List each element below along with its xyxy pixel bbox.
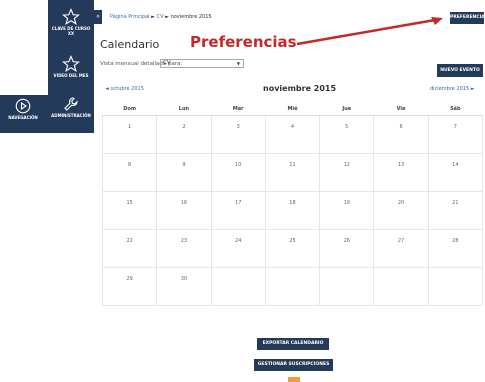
nav-item-video[interactable]: VIDEO DEL MES bbox=[48, 55, 94, 78]
day-cell[interactable] bbox=[373, 267, 429, 306]
day-cell[interactable]: 27 bbox=[373, 229, 429, 268]
day-cell[interactable]: 26 bbox=[319, 229, 375, 268]
day-cell[interactable]: 12 bbox=[319, 153, 375, 192]
day-cell[interactable]: 20 bbox=[373, 191, 429, 230]
week-row: 8 9 10 11 12 13 14 bbox=[101, 153, 484, 192]
new-event-button[interactable]: NUEVO EVENTO bbox=[437, 64, 483, 77]
day-cell[interactable]: 16 bbox=[156, 191, 212, 230]
breadcrumb-separator: ► bbox=[151, 14, 155, 20]
course-select[interactable]: CV ▼ bbox=[160, 59, 244, 68]
export-calendar-button[interactable]: EXPORTAR CALENDARIO bbox=[257, 338, 329, 350]
day-cell[interactable]: 7 bbox=[427, 115, 484, 154]
annotation-arrow-icon bbox=[296, 17, 443, 46]
day-cell[interactable]: 22 bbox=[101, 229, 158, 268]
day-cell[interactable]: 15 bbox=[101, 191, 158, 230]
nav-item-label: ADMINISTRACIÓN bbox=[51, 113, 91, 118]
day-cell[interactable]: 5 bbox=[319, 115, 375, 154]
day-cell[interactable]: 30 bbox=[156, 267, 212, 306]
nav-item-label: CLAVE DE CURSO XX bbox=[51, 26, 91, 36]
day-cell[interactable]: 4 bbox=[264, 115, 321, 154]
weekday-header: Lun bbox=[156, 103, 212, 116]
weekday-header: Mar bbox=[211, 103, 266, 116]
weekday-header: Jue bbox=[319, 103, 374, 116]
course-select-value: CV bbox=[163, 60, 171, 66]
chevron-down-icon: ▼ bbox=[236, 61, 240, 66]
nav-item-admin[interactable]: ADMINISTRACIÓN bbox=[48, 95, 94, 118]
day-cell[interactable]: 9 bbox=[156, 153, 212, 192]
day-cell[interactable] bbox=[210, 267, 266, 306]
wrench-icon bbox=[64, 97, 78, 111]
day-cell[interactable]: 6 bbox=[373, 115, 429, 154]
breadcrumb-current: noviembre 2015 bbox=[170, 14, 212, 20]
day-cell[interactable]: 8 bbox=[101, 153, 158, 192]
day-cell[interactable]: 25 bbox=[264, 229, 321, 268]
breadcrumb-separator: ► bbox=[165, 14, 169, 20]
day-cell[interactable]: 28 bbox=[427, 229, 484, 268]
weekday-header: Mié bbox=[265, 103, 320, 116]
week-row: 15 16 17 18 19 20 21 bbox=[101, 191, 484, 230]
weekday-header: Vie bbox=[373, 103, 429, 116]
nav-item-label: VIDEO DEL MES bbox=[53, 73, 89, 78]
day-cell[interactable] bbox=[264, 267, 321, 306]
day-cell[interactable]: 13 bbox=[373, 153, 429, 192]
day-cell[interactable]: 14 bbox=[427, 153, 484, 192]
docked-tab[interactable] bbox=[288, 377, 300, 382]
day-cell[interactable] bbox=[427, 267, 484, 306]
day-cell[interactable]: 21 bbox=[427, 191, 484, 230]
weekday-header: Dom bbox=[102, 103, 157, 116]
prev-month-link[interactable]: ◄ octubre 2015 bbox=[105, 86, 144, 92]
compass-icon bbox=[15, 98, 31, 114]
day-cell[interactable]: 3 bbox=[210, 115, 266, 154]
week-row: 22 23 24 25 26 27 28 bbox=[101, 229, 484, 268]
month-title: noviembre 2015 bbox=[263, 84, 337, 93]
breadcrumb-home[interactable]: Página Principal bbox=[110, 14, 150, 20]
annotation-label: Preferencias bbox=[190, 33, 297, 51]
nav-item-label: NAVEGACIÓN bbox=[8, 115, 38, 120]
day-cell[interactable]: 1 bbox=[101, 115, 158, 154]
day-cell[interactable]: 29 bbox=[101, 267, 158, 306]
calendar-grid: Dom Lun Mar Mié Jue Vie Sáb 1 2 3 4 5 6 … bbox=[101, 103, 484, 306]
day-cell[interactable]: 2 bbox=[156, 115, 212, 154]
day-cell[interactable]: 18 bbox=[264, 191, 321, 230]
preferences-button[interactable]: PREFERENCIAS bbox=[450, 12, 485, 24]
day-cell[interactable]: 23 bbox=[156, 229, 212, 268]
day-cell[interactable]: 11 bbox=[264, 153, 321, 192]
day-cell[interactable] bbox=[319, 267, 375, 306]
day-cell[interactable]: 10 bbox=[210, 153, 266, 192]
week-row: 29 30 bbox=[101, 267, 484, 306]
nav-item-course[interactable]: CLAVE DE CURSO XX bbox=[48, 8, 94, 36]
nav-item-navigation[interactable]: NAVEGACIÓN bbox=[0, 97, 46, 120]
page-title: Calendario bbox=[100, 38, 160, 51]
breadcrumb: Página Principal ► CV ► noviembre 2015 bbox=[110, 14, 212, 20]
day-cell[interactable]: 17 bbox=[210, 191, 266, 230]
collapse-nav-button[interactable]: « bbox=[94, 10, 102, 24]
breadcrumb-cv[interactable]: CV bbox=[157, 14, 164, 20]
weekday-header-row: Dom Lun Mar Mié Jue Vie Sáb bbox=[102, 103, 483, 116]
star-icon bbox=[62, 8, 80, 25]
star-icon bbox=[62, 55, 80, 72]
weekday-header: Sáb bbox=[428, 103, 483, 116]
day-cell[interactable]: 19 bbox=[319, 191, 375, 230]
next-month-link[interactable]: diciembre 2015 ► bbox=[430, 86, 475, 92]
day-cell[interactable]: 24 bbox=[210, 229, 266, 268]
manage-subscriptions-button[interactable]: GESTIONAR SUSCRIPCIONES bbox=[254, 359, 333, 371]
week-row: 1 2 3 4 5 6 7 bbox=[101, 115, 484, 154]
